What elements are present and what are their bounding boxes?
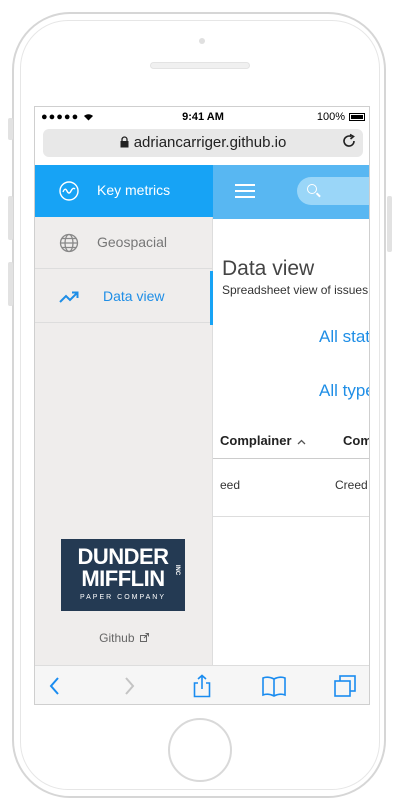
power-button <box>387 196 392 252</box>
search-input[interactable] <box>297 177 369 205</box>
sidebar-item-key-metrics[interactable]: Key metrics <box>35 165 213 217</box>
forward-icon[interactable] <box>121 674 137 698</box>
sidebar-item-data-view[interactable]: Data view <box>35 271 213 323</box>
page-subtitle: Spreadsheet view of issues <box>222 283 369 297</box>
sidebar-item-label: Geospacial <box>97 234 168 250</box>
table-cell: eed <box>220 478 241 492</box>
header-divider <box>213 458 369 459</box>
top-bar <box>213 165 369 219</box>
logo-line3: PAPER COMPANY <box>79 594 167 601</box>
safari-toolbar <box>35 665 369 704</box>
row-divider <box>213 516 369 517</box>
github-link[interactable]: Github <box>35 631 213 645</box>
search-icon <box>307 184 317 194</box>
url-text: adriancarriger.github.io <box>133 134 287 151</box>
address-bar[interactable]: adriancarriger.github.io <box>43 129 363 157</box>
main-content: Data view Spreadsheet view of issues All… <box>213 219 369 665</box>
camera <box>199 38 205 44</box>
back-icon[interactable] <box>47 674 63 698</box>
external-link-icon <box>139 633 149 642</box>
screen: ●●●●● 9:41 AM 100% adriancarriger.github… <box>34 106 370 705</box>
share-icon[interactable] <box>191 674 213 698</box>
battery-icon <box>349 113 365 121</box>
type-filter[interactable]: All types <box>319 381 369 401</box>
table-cell: Creed <box>335 478 368 492</box>
logo-line2: MIFFLIN <box>81 566 165 591</box>
column-header-com[interactable]: Com <box>343 433 369 448</box>
url-display: adriancarriger.github.io <box>43 134 363 151</box>
sidebar-item-label: Data view <box>103 288 165 304</box>
header-label: Complainer <box>220 433 292 448</box>
lock-icon <box>120 136 129 148</box>
speaker <box>150 62 250 69</box>
dunder-mifflin-logo: DUNDER MIFFLIN PAPER COMPANY INC <box>61 539 185 611</box>
logo-line1: DUNDER <box>77 544 169 569</box>
tabs-icon[interactable] <box>333 674 357 698</box>
menu-icon[interactable] <box>235 184 255 198</box>
chart-wave-icon <box>59 181 79 201</box>
page-title: Data view <box>222 257 315 280</box>
logo-badge: INC <box>173 564 180 576</box>
globe-icon <box>59 233 79 253</box>
battery-percent: 100% <box>316 111 345 123</box>
github-label: Github <box>99 631 135 645</box>
bookmarks-icon[interactable] <box>261 674 287 698</box>
reload-icon[interactable] <box>341 133 357 149</box>
sidebar: Key metrics Geospacial Data view DUNDER … <box>35 165 213 665</box>
volume-down-button <box>8 262 13 306</box>
status-bar: ●●●●● 9:41 AM 100% <box>35 107 369 127</box>
volume-up-button <box>8 196 13 240</box>
home-button[interactable] <box>168 718 232 782</box>
sidebar-item-geospacial[interactable]: Geospacial <box>35 217 213 269</box>
trend-up-icon <box>59 291 79 303</box>
status-filter[interactable]: All status <box>319 327 369 347</box>
sidebar-item-label: Key metrics <box>97 182 171 198</box>
column-header-complainer[interactable]: Complainer <box>220 433 306 448</box>
mute-switch <box>8 118 13 140</box>
sort-ascending-icon <box>297 439 306 445</box>
